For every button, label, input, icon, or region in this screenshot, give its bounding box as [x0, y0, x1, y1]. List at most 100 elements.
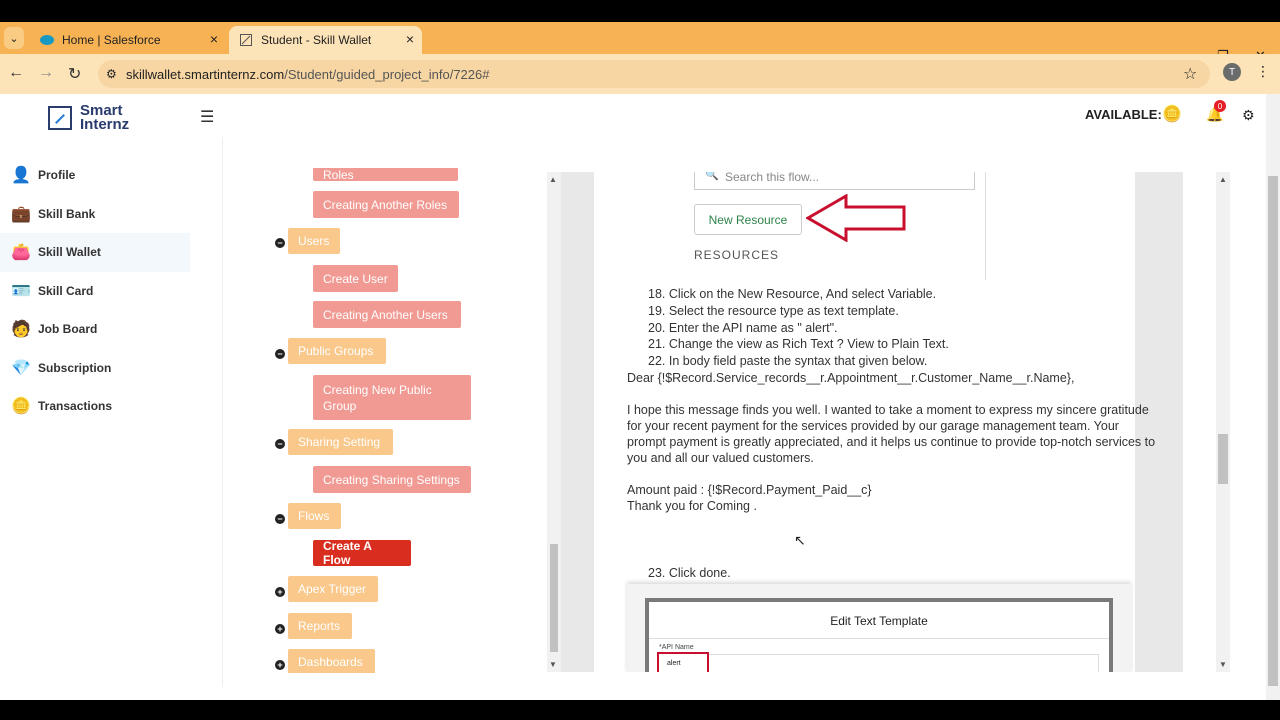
person-icon: 👤	[11, 167, 31, 185]
sidebar-item-skill-wallet[interactable]: 👛 Skill Wallet	[0, 233, 190, 272]
hamburger-menu-icon[interactable]: ☰	[200, 107, 214, 127]
logo-mark	[48, 106, 72, 130]
scroll-thumb[interactable]	[1268, 176, 1278, 686]
close-icon[interactable]: ×	[210, 31, 218, 47]
scroll-up-icon[interactable]: ▲	[549, 175, 557, 184]
back-button[interactable]: ←	[8, 64, 24, 82]
tree-item-create-user[interactable]: Create User	[313, 265, 398, 292]
notification-badge: 0	[1214, 100, 1226, 112]
site-info-icon[interactable]: ⚙	[106, 67, 117, 81]
sidebar-item-label: Subscription	[38, 360, 112, 375]
sidebar-item-skill-card[interactable]: 🪪 Skill Card	[0, 272, 190, 311]
forward-button[interactable]: →	[38, 64, 54, 82]
expand-icon[interactable]: +	[275, 624, 285, 634]
tree-item-creating-manager-roles[interactable]: Creating Manager Roles	[313, 168, 458, 182]
sidebar-item-job-board[interactable]: 🧑 Job Board	[0, 310, 190, 349]
flow-search-input: 🔍 Search this flow...	[694, 172, 975, 190]
tree-item-create-a-flow[interactable]: Create A Flow	[313, 539, 411, 567]
api-name-field	[707, 654, 1099, 672]
close-icon[interactable]: ×	[406, 31, 414, 47]
bookmark-star-icon[interactable]: ☆	[1183, 64, 1197, 84]
card-icon: 🪪	[11, 282, 31, 300]
available-balance: AVAILABLE: 0	[1085, 107, 1173, 122]
url-path: /Student/guided_project_info/7226#	[284, 66, 490, 82]
tree-item-creating-another-roles[interactable]: Creating Another Roles	[313, 191, 459, 218]
tab-skill-wallet[interactable]: Student - Skill Wallet ×	[229, 26, 422, 54]
step-item: 23. Click done.	[648, 566, 731, 580]
step-item: 20. Enter the API name as " alert".	[648, 320, 838, 335]
tab-title: Home | Salesforce	[62, 33, 161, 47]
tree-item-apex-trigger[interactable]: Apex Trigger	[288, 576, 378, 602]
sidebar-item-label: Skill Card	[38, 283, 94, 298]
divider	[985, 172, 986, 280]
bottom-bar	[0, 700, 1280, 720]
tree-item-creating-sharing-settings[interactable]: Creating Sharing Settings	[313, 466, 471, 493]
gear-icon[interactable]: ⚙	[1242, 107, 1255, 124]
project-tree: Creating Manager Roles Creating Another …	[270, 168, 545, 673]
sidebar-item-label: Job Board	[38, 322, 98, 337]
sidebar-item-skill-bank[interactable]: 💼 Skill Bank	[0, 195, 190, 234]
briefcase-icon: 💼	[11, 205, 31, 223]
expand-icon[interactable]: +	[275, 587, 285, 597]
tree-item-public-groups[interactable]: Public Groups	[288, 338, 386, 364]
template-body-text: Dear {!$Record.Service_records__r.Appoin…	[627, 370, 1157, 514]
tree-item-dashboards[interactable]: Dashboards	[288, 649, 375, 673]
tree-item-creating-new-public-group[interactable]: Creating New Public Group	[313, 375, 471, 420]
reload-button[interactable]: ↻	[68, 64, 81, 84]
sidebar-item-label: Transactions	[38, 399, 113, 414]
sidebar-item-profile[interactable]: 👤 Profile	[0, 156, 190, 195]
address-bar-row: ← → ↻ ⚙ skillwallet.smartinternz.com/Stu…	[0, 54, 1280, 94]
collapse-icon[interactable]: −	[275, 514, 285, 524]
tree-item-sharing-setting[interactable]: Sharing Setting	[288, 429, 393, 455]
smartinternz-logo[interactable]: Smart Internz	[48, 103, 130, 133]
step-item: 18. Click on the New Resource, And selec…	[648, 287, 937, 301]
content-scrollbar[interactable]: ▲ ▼	[1216, 172, 1230, 672]
page-scrollbar[interactable]	[1266, 94, 1280, 700]
top-bar	[0, 0, 1280, 22]
tab-title: Student - Skill Wallet	[261, 33, 372, 47]
address-bar[interactable]: ⚙ skillwallet.smartinternz.com/Student/g…	[98, 60, 1210, 88]
greeting-line: Dear {!$Record.Service_records__r.Appoin…	[627, 371, 1075, 385]
scroll-thumb[interactable]	[1218, 434, 1228, 484]
browser-menu-icon[interactable]: ⋮	[1256, 63, 1270, 80]
collapse-icon[interactable]: −	[275, 238, 285, 248]
api-name-value: alert	[657, 652, 709, 672]
logo-line2: Internz	[80, 116, 130, 133]
collapse-icon[interactable]: −	[275, 349, 285, 359]
scroll-down-icon[interactable]: ▼	[1219, 660, 1227, 669]
sidebar-item-label: Profile	[38, 168, 76, 183]
resources-label: RESOURCES	[694, 248, 780, 262]
job-icon: 🧑	[11, 321, 31, 339]
collapse-icon[interactable]: −	[275, 439, 285, 449]
tree-scrollbar[interactable]: ▲ ▼	[547, 172, 561, 672]
expand-icon[interactable]: +	[275, 660, 285, 670]
salesforce-icon	[40, 33, 54, 47]
tab-list-button[interactable]: ⌄	[4, 27, 24, 49]
sidebar-item-label: Skill Wallet	[38, 245, 101, 260]
tree-item-flows[interactable]: Flows	[288, 503, 341, 529]
search-icon: 🔍	[705, 172, 719, 181]
diamond-icon: 💎	[11, 359, 31, 377]
profile-avatar[interactable]: T	[1223, 63, 1241, 81]
step-item: 22. In body field paste the syntax that …	[648, 354, 928, 369]
scroll-thumb[interactable]	[550, 544, 558, 652]
tree-item-reports[interactable]: Reports	[288, 613, 352, 639]
sidebar-item-transactions[interactable]: 🪙 Transactions	[0, 387, 190, 426]
mouse-cursor-icon: ↖	[794, 532, 806, 548]
image-margin-left	[561, 172, 594, 672]
sidebar-item-subscription[interactable]: 💎 Subscription	[0, 349, 190, 388]
dialog-title: Edit Text Template	[830, 614, 928, 628]
tab-salesforce[interactable]: Home | Salesforce ×	[30, 26, 226, 54]
instruction-content: 🔍 Search this flow... New Resource RESOU…	[561, 172, 1183, 672]
url-domain: skillwallet.smartinternz.com	[126, 66, 285, 82]
scroll-up-icon[interactable]: ▲	[1219, 175, 1227, 184]
scroll-down-icon[interactable]: ▼	[549, 660, 557, 669]
sidebar: 👤 Profile 💼 Skill Bank 👛 Skill Wallet 🪪 …	[0, 156, 190, 426]
browser-tab-bar: ⌄ Home | Salesforce × Student - Skill Wa…	[0, 22, 1280, 68]
tree-item-creating-another-users[interactable]: Creating Another Users	[313, 301, 461, 328]
tree-item-users[interactable]: Users	[288, 228, 340, 254]
thanks-line: Thank you for Coming .	[627, 499, 757, 513]
new-resource-button: New Resource	[694, 204, 802, 235]
chevron-down-icon: ⌄	[9, 32, 19, 45]
screenshot-new-resource: 🔍 Search this flow... New Resource RESOU…	[594, 172, 1135, 282]
